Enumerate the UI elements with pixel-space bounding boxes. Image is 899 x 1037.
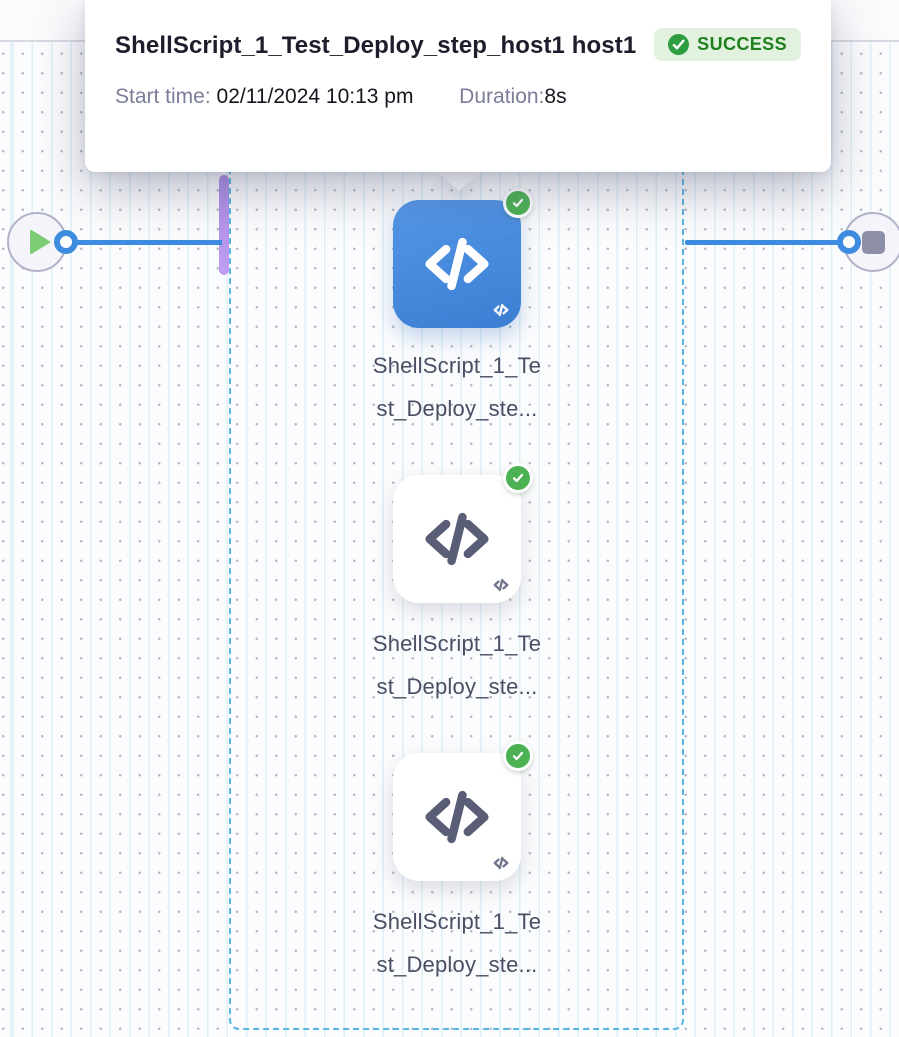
play-icon (30, 229, 51, 255)
end-connector-ring (837, 230, 861, 254)
stop-icon (862, 231, 885, 254)
step-label[interactable]: ShellScript_1_Te st_Deploy_ste... (327, 344, 587, 430)
step-label-line1: ShellScript_1_Te (327, 622, 587, 665)
tooltip-title: ShellScript_1_Test_Deploy_step_host1 hos… (115, 24, 654, 68)
code-icon (418, 500, 496, 578)
status-badge-label: SUCCESS (697, 34, 787, 55)
code-icon (418, 778, 496, 856)
edge-group-to-end (685, 240, 850, 245)
success-check-icon (503, 188, 533, 218)
tooltip-meta: Start time: 02/11/2024 10:13 pm Duration… (115, 85, 801, 109)
step-label-line1: ShellScript_1_Te (327, 344, 587, 387)
stage-indicator-bar (219, 175, 229, 275)
step-label-line2: st_Deploy_ste... (327, 943, 587, 986)
step-label-line2: st_Deploy_ste... (327, 665, 587, 708)
step-node-shellscript-1[interactable] (393, 200, 521, 328)
success-check-icon (503, 741, 533, 771)
code-icon (418, 225, 496, 303)
edge-start-to-group (64, 240, 222, 245)
status-badge: SUCCESS (654, 28, 801, 61)
step-label[interactable]: ShellScript_1_Te st_Deploy_ste... (327, 622, 587, 708)
start-connector-ring (54, 230, 78, 254)
start-time-label: Start time: (115, 85, 211, 108)
step-label-line2: st_Deploy_ste... (327, 387, 587, 430)
duration-label: Duration: (459, 85, 544, 108)
code-badge-icon (492, 576, 510, 594)
success-check-icon (668, 34, 689, 55)
start-time-value: 02/11/2024 10:13 pm (217, 85, 414, 108)
step-label[interactable]: ShellScript_1_Te st_Deploy_ste... (327, 900, 587, 986)
pipeline-execution-screen: ShellScript_1_Te st_Deploy_ste... ShellS… (0, 0, 899, 1037)
step-tooltip: ShellScript_1_Test_Deploy_step_host1 hos… (85, 0, 831, 172)
step-node-shellscript-3[interactable] (393, 753, 521, 881)
tooltip-caret (436, 171, 482, 191)
code-badge-icon (492, 301, 510, 319)
step-label-line1: ShellScript_1_Te (327, 900, 587, 943)
code-badge-icon (492, 854, 510, 872)
success-check-icon (503, 463, 533, 493)
step-node-shellscript-2[interactable] (393, 475, 521, 603)
duration-value: 8s (544, 85, 566, 108)
